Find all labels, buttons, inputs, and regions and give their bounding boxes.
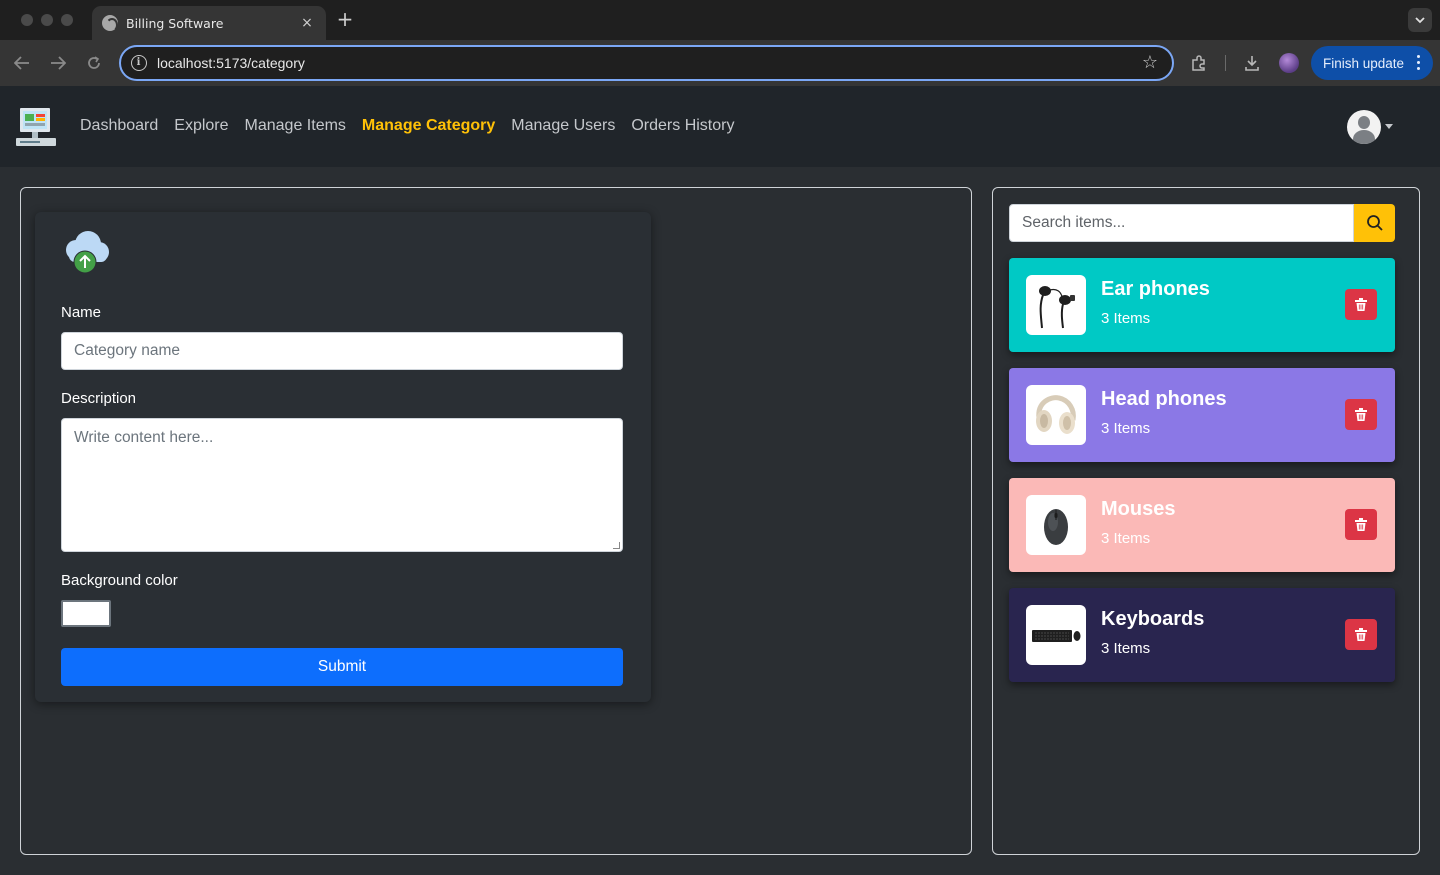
trash-icon: [1355, 408, 1367, 421]
category-item-count: 3 Items: [1101, 640, 1151, 657]
window-zoom-dot[interactable]: [61, 14, 73, 26]
nav-manage-users[interactable]: Manage Users: [511, 117, 615, 135]
delete-button[interactable]: [1345, 509, 1377, 540]
forward-button[interactable]: [46, 51, 70, 75]
trash-icon: [1355, 298, 1367, 311]
headphones-thumbnail: [1026, 385, 1086, 445]
site-info-icon[interactable]: [131, 55, 147, 71]
category-card-mouses[interactable]: Mouses 3 Items: [1009, 478, 1395, 572]
trash-icon: [1355, 518, 1367, 531]
earphones-icon: [1039, 286, 1075, 329]
back-button[interactable]: [10, 51, 34, 75]
url-text[interactable]: localhost:5173/category: [157, 55, 305, 71]
user-menu-caret-icon[interactable]: [1385, 124, 1393, 129]
extensions-icon[interactable]: [1188, 52, 1210, 74]
user-avatar[interactable]: [1347, 110, 1381, 144]
description-textarea[interactable]: Write content here...: [61, 418, 623, 552]
category-item-count: 3 Items: [1101, 420, 1151, 437]
globe-icon: [102, 15, 118, 32]
arrow-left-icon: [14, 56, 29, 70]
browser-profile-avatar[interactable]: [1279, 53, 1299, 73]
chevron-down-icon: [1415, 16, 1425, 23]
finish-update-button[interactable]: Finish update: [1311, 46, 1433, 80]
browser-tab-strip: Billing Software × +: [0, 0, 1440, 40]
finish-update-label: Finish update: [1323, 55, 1405, 71]
cloud-upload-icon[interactable]: [61, 228, 111, 276]
category-card-earphones[interactable]: Ear phones 3 Items: [1009, 258, 1395, 352]
reload-button[interactable]: [82, 51, 106, 75]
category-name: Keyboards: [1101, 608, 1205, 630]
delete-button[interactable]: [1345, 399, 1377, 430]
address-bar[interactable]: localhost:5173/category ☆: [119, 45, 1174, 81]
description-label: Description: [61, 390, 137, 407]
main-menu: Dashboard Explore Manage Items Manage Ca…: [80, 117, 734, 135]
description-placeholder: Write content here...: [74, 429, 214, 446]
tab-title: Billing Software: [126, 15, 224, 31]
browser-toolbar: localhost:5173/category ☆ Finish update: [0, 40, 1440, 86]
nav-explore[interactable]: Explore: [174, 117, 228, 135]
arrow-right-icon: [51, 56, 66, 70]
nav-orders-history[interactable]: Orders History: [631, 117, 734, 135]
download-icon[interactable]: [1241, 52, 1263, 74]
category-name: Mouses: [1101, 498, 1176, 520]
headphones-icon: [1036, 395, 1076, 434]
category-item-count: 3 Items: [1101, 310, 1151, 327]
search-bar: Search items...: [1009, 204, 1395, 242]
top-navbar: Dashboard Explore Manage Items Manage Ca…: [0, 86, 1440, 167]
category-card-keyboards[interactable]: Keyboards 3 Items: [1009, 588, 1395, 682]
background-color-label: Background color: [61, 572, 178, 589]
category-form-panel: Name Category name Description Write con…: [20, 187, 972, 855]
background-color-picker[interactable]: [61, 600, 111, 627]
mouse-thumbnail: [1026, 495, 1086, 555]
category-name: Head phones: [1101, 388, 1227, 410]
bookmark-star-icon[interactable]: ☆: [1142, 53, 1158, 73]
mouse-icon: [1044, 509, 1068, 545]
category-name: Ear phones: [1101, 278, 1210, 300]
new-tab-button[interactable]: +: [334, 8, 356, 32]
category-list-panel: Search items... Ear phones 3 Items Head …: [992, 187, 1420, 855]
category-form: Name Category name Description Write con…: [35, 212, 651, 702]
more-vertical-icon: [1417, 55, 1421, 71]
nav-manage-items[interactable]: Manage Items: [245, 117, 346, 135]
search-icon: [1366, 215, 1383, 231]
nav-dashboard[interactable]: Dashboard: [80, 117, 158, 135]
delete-button[interactable]: [1345, 619, 1377, 650]
category-name-input[interactable]: Category name: [61, 332, 623, 370]
window-close-dot[interactable]: [21, 14, 33, 26]
billing-logo-icon[interactable]: [16, 107, 56, 147]
name-label: Name: [61, 304, 102, 321]
tab-search-button[interactable]: [1408, 8, 1432, 32]
search-button[interactable]: [1354, 204, 1395, 242]
earphones-thumbnail: [1026, 275, 1086, 335]
delete-button[interactable]: [1345, 289, 1377, 320]
tab-close-icon[interactable]: ×: [298, 15, 316, 31]
window-minimize-dot[interactable]: [41, 14, 53, 26]
submit-button[interactable]: Submit: [61, 648, 623, 686]
category-card-headphones[interactable]: Head phones 3 Items: [1009, 368, 1395, 462]
category-item-count: 3 Items: [1101, 530, 1151, 547]
resize-handle-icon[interactable]: [613, 542, 620, 549]
reload-icon: [88, 56, 100, 69]
browser-tab[interactable]: Billing Software ×: [92, 6, 326, 40]
nav-manage-category[interactable]: Manage Category: [362, 117, 495, 135]
toolbar-divider: [1225, 55, 1226, 71]
trash-icon: [1355, 628, 1367, 641]
keyboard-thumbnail: [1026, 605, 1086, 665]
search-input[interactable]: Search items...: [1009, 204, 1354, 242]
keyboard-icon: [1032, 630, 1081, 642]
app-root: Dashboard Explore Manage Items Manage Ca…: [0, 86, 1440, 875]
